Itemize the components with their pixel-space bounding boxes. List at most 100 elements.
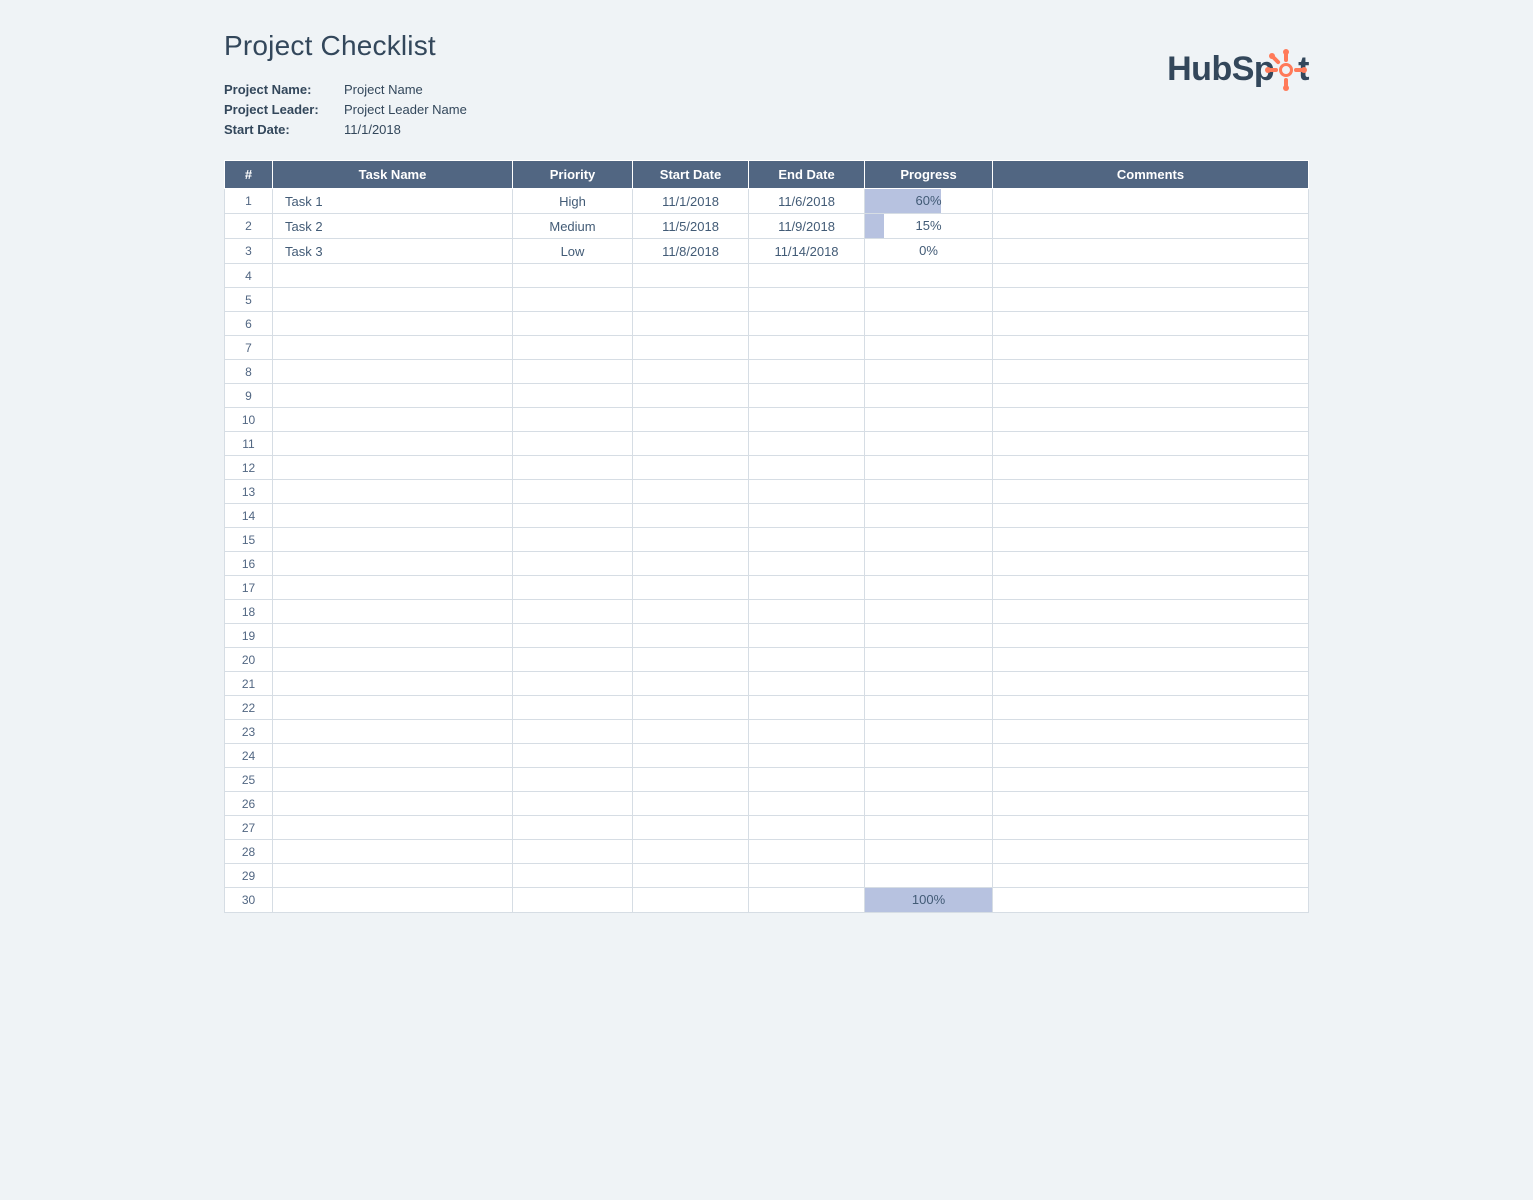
cell-end-date[interactable]: [749, 552, 865, 576]
cell-start-date[interactable]: [633, 384, 749, 408]
cell-start-date[interactable]: [633, 480, 749, 504]
cell-start-date[interactable]: [633, 816, 749, 840]
cell-comments[interactable]: [993, 528, 1309, 552]
cell-priority[interactable]: [513, 864, 633, 888]
cell-comments[interactable]: [993, 864, 1309, 888]
cell-comments[interactable]: [993, 214, 1309, 239]
cell-end-date[interactable]: 11/6/2018: [749, 189, 865, 214]
cell-progress[interactable]: 0%: [865, 239, 993, 264]
cell-start-date[interactable]: [633, 864, 749, 888]
cell-start-date[interactable]: [633, 672, 749, 696]
cell-priority[interactable]: [513, 792, 633, 816]
cell-start-date[interactable]: [633, 312, 749, 336]
cell-end-date[interactable]: [749, 816, 865, 840]
cell-task-name[interactable]: Task 2: [273, 214, 513, 239]
cell-progress[interactable]: 15%: [865, 214, 993, 239]
cell-progress[interactable]: [865, 864, 993, 888]
cell-priority[interactable]: [513, 816, 633, 840]
cell-priority[interactable]: [513, 360, 633, 384]
cell-priority[interactable]: [513, 648, 633, 672]
cell-task-name[interactable]: [273, 696, 513, 720]
cell-priority[interactable]: [513, 744, 633, 768]
cell-end-date[interactable]: 11/9/2018: [749, 214, 865, 239]
cell-task-name[interactable]: [273, 432, 513, 456]
cell-priority[interactable]: [513, 888, 633, 913]
cell-priority[interactable]: High: [513, 189, 633, 214]
cell-comments[interactable]: [993, 768, 1309, 792]
cell-start-date[interactable]: [633, 792, 749, 816]
cell-start-date[interactable]: [633, 528, 749, 552]
cell-comments[interactable]: [993, 744, 1309, 768]
cell-priority[interactable]: [513, 528, 633, 552]
cell-comments[interactable]: [993, 888, 1309, 913]
cell-priority[interactable]: [513, 504, 633, 528]
cell-priority[interactable]: [513, 288, 633, 312]
cell-task-name[interactable]: [273, 552, 513, 576]
cell-start-date[interactable]: [633, 456, 749, 480]
cell-priority[interactable]: [513, 336, 633, 360]
cell-end-date[interactable]: [749, 432, 865, 456]
cell-task-name[interactable]: [273, 456, 513, 480]
cell-comments[interactable]: [993, 720, 1309, 744]
cell-progress[interactable]: [865, 480, 993, 504]
cell-task-name[interactable]: [273, 384, 513, 408]
cell-start-date[interactable]: [633, 288, 749, 312]
cell-task-name[interactable]: Task 3: [273, 239, 513, 264]
cell-start-date[interactable]: 11/8/2018: [633, 239, 749, 264]
cell-end-date[interactable]: 11/14/2018: [749, 239, 865, 264]
cell-progress[interactable]: [865, 504, 993, 528]
cell-end-date[interactable]: [749, 312, 865, 336]
cell-progress[interactable]: [865, 840, 993, 864]
cell-progress[interactable]: [865, 528, 993, 552]
cell-comments[interactable]: [993, 432, 1309, 456]
cell-comments[interactable]: [993, 576, 1309, 600]
cell-progress[interactable]: [865, 360, 993, 384]
cell-priority[interactable]: [513, 696, 633, 720]
cell-start-date[interactable]: [633, 624, 749, 648]
cell-start-date[interactable]: [633, 336, 749, 360]
cell-end-date[interactable]: [749, 624, 865, 648]
cell-start-date[interactable]: [633, 888, 749, 913]
cell-task-name[interactable]: [273, 888, 513, 913]
cell-task-name[interactable]: [273, 504, 513, 528]
cell-start-date[interactable]: [633, 600, 749, 624]
cell-progress[interactable]: [865, 576, 993, 600]
cell-progress[interactable]: [865, 672, 993, 696]
cell-priority[interactable]: [513, 624, 633, 648]
cell-end-date[interactable]: [749, 768, 865, 792]
cell-progress[interactable]: [865, 552, 993, 576]
cell-task-name[interactable]: [273, 576, 513, 600]
cell-start-date[interactable]: [633, 432, 749, 456]
cell-comments[interactable]: [993, 648, 1309, 672]
cell-comments[interactable]: [993, 552, 1309, 576]
cell-end-date[interactable]: [749, 744, 865, 768]
cell-priority[interactable]: [513, 384, 633, 408]
cell-progress[interactable]: [865, 312, 993, 336]
cell-priority[interactable]: [513, 480, 633, 504]
cell-end-date[interactable]: [749, 480, 865, 504]
cell-start-date[interactable]: [633, 696, 749, 720]
cell-task-name[interactable]: [273, 480, 513, 504]
cell-start-date[interactable]: [633, 648, 749, 672]
cell-comments[interactable]: [993, 696, 1309, 720]
cell-priority[interactable]: [513, 720, 633, 744]
cell-progress[interactable]: [865, 696, 993, 720]
cell-end-date[interactable]: [749, 504, 865, 528]
meta-value-project-name[interactable]: Project Name: [344, 80, 423, 100]
cell-end-date[interactable]: [749, 336, 865, 360]
cell-comments[interactable]: [993, 408, 1309, 432]
cell-comments[interactable]: [993, 456, 1309, 480]
cell-priority[interactable]: [513, 840, 633, 864]
cell-task-name[interactable]: [273, 600, 513, 624]
cell-task-name[interactable]: [273, 840, 513, 864]
cell-progress[interactable]: [865, 744, 993, 768]
cell-comments[interactable]: [993, 600, 1309, 624]
cell-start-date[interactable]: [633, 720, 749, 744]
cell-comments[interactable]: [993, 189, 1309, 214]
cell-progress[interactable]: [865, 816, 993, 840]
cell-end-date[interactable]: [749, 864, 865, 888]
cell-task-name[interactable]: [273, 288, 513, 312]
cell-comments[interactable]: [993, 239, 1309, 264]
cell-start-date[interactable]: [633, 840, 749, 864]
cell-priority[interactable]: Low: [513, 239, 633, 264]
